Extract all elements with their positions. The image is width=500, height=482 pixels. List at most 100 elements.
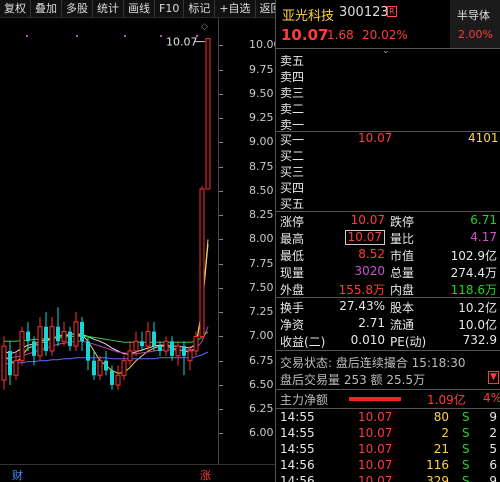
tick-volume: 329 <box>426 474 449 482</box>
tick-price: 10.07 <box>358 474 393 482</box>
trading-status-text: 交易状态: 盘后连续撮合 15:18:30 <box>280 356 466 370</box>
sell-row[interactable]: 卖三 <box>276 84 500 100</box>
event-dot <box>26 35 28 37</box>
tick-side: S <box>462 426 470 440</box>
tick-row[interactable]: 14:55 10.07 21 S 5 <box>276 442 500 458</box>
price-row: 10.07 1.68 20.02% <box>276 26 500 46</box>
sell-row[interactable]: 卖五 <box>276 52 500 68</box>
candle-body <box>49 326 55 352</box>
buy-level-label: 买四 <box>280 181 305 195</box>
draw-line-button[interactable]: 画线 <box>124 0 155 18</box>
sell-row[interactable]: 卖一 <box>276 116 500 132</box>
buy-row[interactable]: 买一 10.07 4101 <box>276 131 500 147</box>
chart-toolbar: 复权 叠加 多股 统计 画线 F10 标记 +自选 返回 <box>0 0 287 18</box>
tick-mark <box>219 93 223 95</box>
candle-body <box>182 346 186 356</box>
stat-row: 最高 10.07 量比 4.17 <box>276 230 500 246</box>
tick-mark <box>219 360 223 362</box>
after-hours-text: 盘后交易量 253 额 25.5万 <box>280 373 426 387</box>
sell-level-label: 卖二 <box>280 102 305 116</box>
restore-rights-button[interactable]: 复权 <box>0 0 31 18</box>
stat-label: 涨停 <box>280 215 305 229</box>
candle-body <box>80 321 84 342</box>
tick-mark <box>219 118 223 120</box>
tick-row[interactable]: 14:56 10.07 329 S 9 <box>276 474 500 482</box>
tick-mark <box>219 239 223 241</box>
stat-row: 净资 2.71 流通 10.0亿 <box>276 316 500 332</box>
stat-label: 外盘 <box>280 283 305 297</box>
tick-count: 9 <box>489 474 497 482</box>
limit-up-badge[interactable]: 涨 <box>200 467 211 482</box>
stat-row: 现量 3020 总量 274.4万 <box>276 264 500 280</box>
tick-count: 9 <box>489 410 497 424</box>
event-dot <box>124 35 126 37</box>
price-tick: 7.25 <box>249 305 274 319</box>
price-tick: 7.50 <box>249 280 274 294</box>
stat-value: 274.4万 <box>450 266 497 280</box>
buy-level-label: 买二 <box>280 149 305 163</box>
candle-body <box>37 326 43 357</box>
buy-price: 10.07 <box>358 131 393 145</box>
sell-row[interactable]: 卖二 <box>276 100 500 116</box>
stat-label: 最高 <box>280 232 305 246</box>
stat-label: 换手 <box>280 301 305 315</box>
tick-time: 14:55 <box>280 442 315 456</box>
tick-price: 10.07 <box>358 410 393 424</box>
tick-row[interactable]: 14:55 10.07 80 S 9 <box>276 410 500 426</box>
stat-value: 10.07 <box>344 230 385 245</box>
tick-time: 14:55 <box>280 426 315 440</box>
tick-side: S <box>462 458 470 472</box>
candle-body <box>121 360 127 376</box>
tick-mark <box>219 336 223 338</box>
tick-side: S <box>462 410 470 424</box>
main-flow-row: 主力净额 1.09亿 4% <box>276 391 500 407</box>
tick-mark <box>219 190 223 192</box>
tick-mark <box>219 263 223 265</box>
price-tick: 9.50 <box>249 86 274 100</box>
stat-value: 2.71 <box>358 316 385 330</box>
stat-value: 10.07 <box>350 213 385 227</box>
mark-button[interactable]: 标记 <box>184 0 216 18</box>
tick-mark <box>219 69 223 71</box>
event-dot <box>76 35 78 37</box>
stat-label: 量比 <box>390 232 415 246</box>
candle-body <box>170 341 174 356</box>
stat-row: 外盘 155.8万 内盘 118.6万 <box>276 281 500 297</box>
sell-level-label: 卖三 <box>280 86 305 100</box>
main-flow-bar <box>349 397 401 401</box>
stat-label: 跌停 <box>390 215 415 229</box>
tick-volume: 80 <box>433 410 449 424</box>
price-tick: 8.25 <box>249 208 274 222</box>
stat-label: 流通 <box>390 318 415 332</box>
candle-body <box>92 360 96 376</box>
after-hours-expand-icon[interactable]: ▼ <box>488 371 499 384</box>
tick-row[interactable]: 14:56 10.07 116 S 6 <box>276 458 500 474</box>
buy-row[interactable]: 买五 <box>276 195 500 211</box>
tick-row[interactable]: 14:55 10.07 2 S 2 <box>276 426 500 442</box>
diamond-icon[interactable]: ◇ <box>201 22 208 32</box>
statistics-button[interactable]: 统计 <box>93 0 124 18</box>
candle-body <box>1 345 7 381</box>
overlay-button[interactable]: 叠加 <box>31 0 62 18</box>
tick-mark <box>219 312 223 314</box>
stat-value: 732.9 <box>462 333 497 347</box>
buy-row[interactable]: 买四 <box>276 179 500 195</box>
sell-level-label: 卖四 <box>280 70 305 84</box>
buy-row[interactable]: 买三 <box>276 163 500 179</box>
f10-button[interactable]: F10 <box>155 0 185 18</box>
ma-line <box>4 331 209 343</box>
kline-chart[interactable]: 10.07 ◇ <box>0 18 218 464</box>
stat-value: 102.9亿 <box>450 249 497 263</box>
price-tick: 9.75 <box>249 62 274 76</box>
main-flow-pct: 4% <box>483 391 500 405</box>
finance-badge[interactable]: 财 <box>12 467 23 482</box>
sell-row[interactable]: 卖四 <box>276 68 500 84</box>
candle-body <box>127 350 133 362</box>
multi-stock-button[interactable]: 多股 <box>62 0 93 18</box>
add-watchlist-button[interactable]: +自选 <box>215 0 256 18</box>
buy-row[interactable]: 买二 <box>276 147 500 163</box>
tick-price: 10.07 <box>358 442 393 456</box>
tick-mark <box>219 166 223 168</box>
candle-body <box>97 360 103 376</box>
stat-row: 涨停 10.07 跌停 6.71 <box>276 213 500 229</box>
